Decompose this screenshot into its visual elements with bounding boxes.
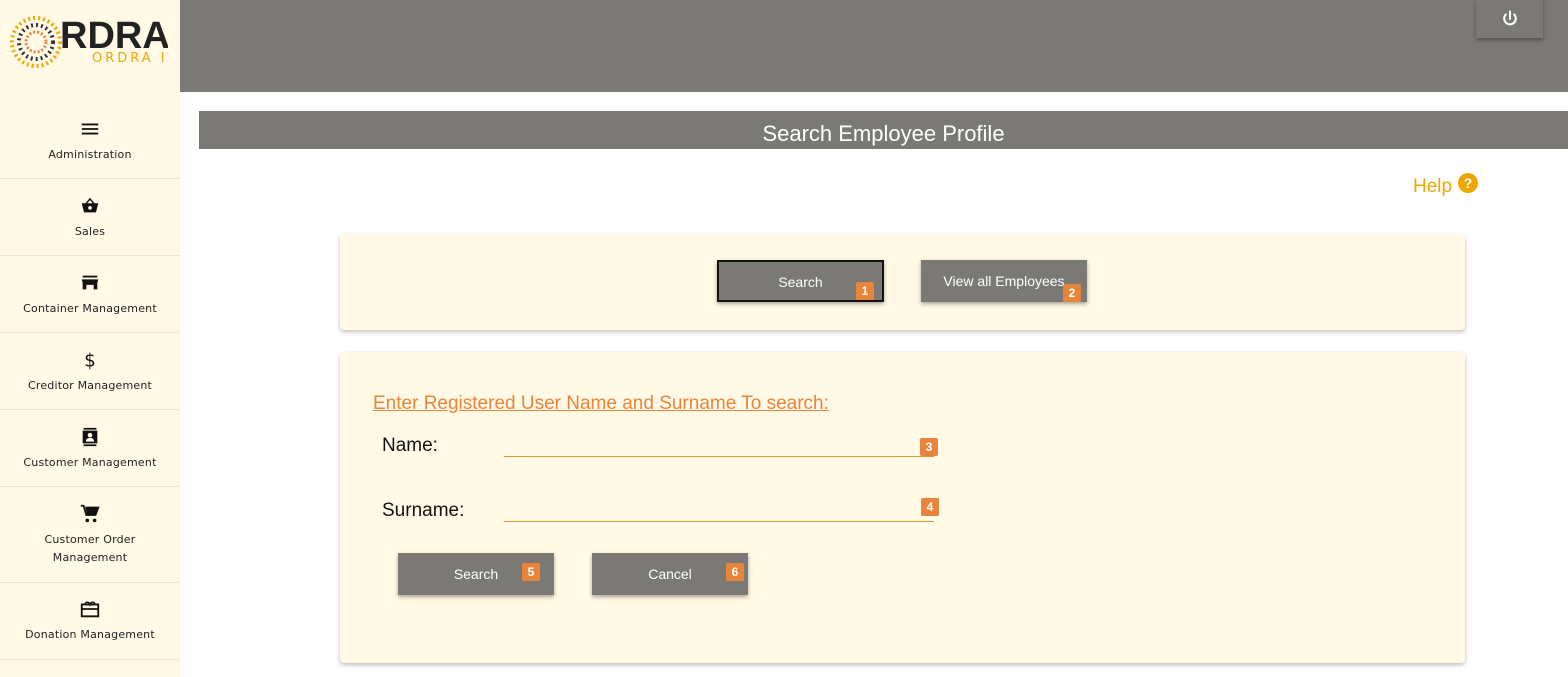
sidebar-item-label: Creditor Management [27,379,153,392]
step-badge: 1 [856,282,874,300]
cancel-button[interactable]: Cancel 6 [592,553,748,595]
sidebar-item-label: Container Management [23,302,157,315]
contact-card-icon [82,427,98,447]
step-badge: 6 [726,563,744,581]
sidebar-item-label: Administration [48,148,132,161]
sidebar-item-sales[interactable]: Sales [0,195,180,256]
help-link[interactable]: Help ? [1413,173,1479,198]
form-instruction: Enter Registered User Name and Surname T… [373,393,829,414]
search-button[interactable]: Search 5 [398,553,554,595]
help-label: Help [1413,176,1453,197]
step-badge: 2 [1063,284,1081,302]
dollar-icon: $ [84,350,96,371]
sidebar-item-label: Customer Order Management [44,533,136,564]
sidebar-item-creditor-management[interactable]: $ Creditor Management [0,349,180,410]
basket-icon [81,197,99,213]
svg-text:$: $ [84,350,96,371]
help-question-icon: ? [1458,173,1479,193]
store-icon [81,275,99,290]
search-button-label: Search [453,566,499,582]
sidebar-item-administration[interactable]: Administration [0,118,180,179]
page-title: Search Employee Profile [762,121,1005,146]
step-badge: 5 [522,563,540,581]
cart-icon [80,504,100,523]
surname-label: Surname: [382,500,465,521]
page-title-bar: Search Employee Profile [199,111,1568,149]
gift-card-icon [80,601,100,618]
sidebar-item-label: Sales [74,225,106,238]
sidebar-item-container-management[interactable]: Container Management [0,272,180,333]
sidebar-item-customer-order-management[interactable]: Customer Order Management [0,503,180,583]
step-badge: 4 [921,498,939,516]
name-input[interactable] [504,433,934,457]
search-mode-label: Search [778,274,823,290]
sidebar-item-label: Customer Management [23,456,157,469]
search-mode-button[interactable]: Search 1 [717,260,884,302]
power-icon [1502,10,1517,26]
logout-button[interactable] [1476,0,1543,38]
sidebar-item-label: Donation Management [25,628,155,641]
sidebar-item-customer-management[interactable]: Customer Management [0,426,180,487]
view-all-label: View all Employees [943,273,1065,289]
sidebar-item-donation-management[interactable]: Donation Management [0,598,180,660]
svg-text:ORDRA IT: ORDRA IT [92,51,168,66]
step-badge: 3 [920,438,938,456]
action-card: Search 1 View all Employees 2 [340,234,1465,330]
sidebar: RDRA ORDRA IT Administration Sales Conta… [0,0,180,677]
name-label: Name: [382,435,438,456]
view-all-employees-button[interactable]: View all Employees 2 [921,260,1087,302]
cancel-button-label: Cancel [648,566,692,582]
ordra-logo[interactable]: RDRA ORDRA IT [8,12,168,68]
menu-icon [81,123,99,135]
surname-input[interactable] [504,498,934,522]
top-bar [180,0,1568,92]
